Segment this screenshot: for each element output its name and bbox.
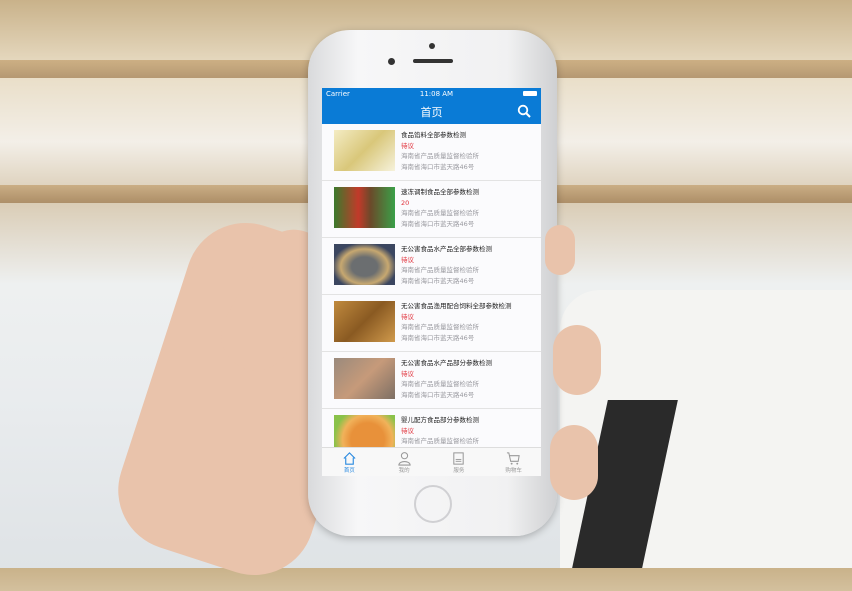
list-item[interactable]: 食品馅料全部参数检测 待议 海南省产品质量监督检验所 海南省海口市蓝天路46号 [322, 124, 541, 181]
home-icon [343, 452, 356, 465]
list-item[interactable]: 无公害食品水产品全部参数检测 待议 海南省产品质量监督检验所 海南省海口市蓝天路… [322, 238, 541, 295]
status-bar: Carrier 11:08 AM [322, 88, 541, 99]
item-price: 待议 [401, 141, 414, 150]
item-price: 待议 [401, 255, 414, 264]
list-item[interactable]: 速冻调制食品全部参数检测 20 海南省产品质量监督检验所 海南省海口市蓝天路46… [322, 181, 541, 238]
item-address: 海南省海口市蓝天路46号 [401, 219, 475, 228]
fingers [553, 325, 601, 395]
tab-home[interactable]: 首页 [322, 448, 377, 476]
list-item[interactable]: 无公害食品水产品部分参数检测 待议 海南省产品质量监督检验所 海南省海口市蓝天路… [322, 352, 541, 409]
item-title: 速冻调制食品全部参数检测 [401, 188, 479, 196]
page-title: 首页 [420, 105, 443, 119]
item-org: 海南省产品质量监督检验所 [401, 323, 479, 331]
clock: 11:08 AM [419, 89, 454, 98]
search-icon[interactable] [517, 104, 531, 118]
tab-label: 服务 [453, 468, 465, 474]
item-org: 海南省产品质量监督检验所 [401, 209, 479, 217]
item-address: 海南省海口市蓝天路46号 [401, 333, 475, 342]
carrier: Carrier [326, 89, 350, 98]
tab-service[interactable]: 服务 [432, 448, 487, 476]
fingers [550, 425, 598, 500]
item-price: 待议 [401, 312, 414, 321]
tab-bar: 首页 我的 服务 购物车 [322, 447, 541, 476]
item-title: 无公害食品渔用配合饲料全部参数检测 [401, 302, 512, 310]
nav-bar: 首页 [322, 99, 541, 124]
item-org: 海南省产品质量监督检验所 [401, 380, 479, 388]
user-icon [397, 452, 411, 466]
product-image [334, 358, 395, 399]
item-title: 食品馅料全部参数检测 [401, 131, 466, 139]
item-address: 海南省海口市蓝天路46号 [401, 390, 475, 399]
tab-label: 首页 [343, 468, 355, 474]
item-address: 海南省海口市蓝天路46号 [401, 162, 475, 171]
cart-icon [507, 452, 520, 465]
product-image [334, 130, 395, 171]
product-image [334, 187, 395, 228]
product-image [334, 301, 395, 342]
item-title: 婴儿配方食品部分参数检测 [401, 416, 479, 424]
item-org: 海南省产品质量监督检验所 [401, 152, 479, 160]
home-button[interactable] [414, 485, 452, 523]
tab-cart[interactable]: 购物车 [486, 448, 541, 476]
product-list: 食品馅料全部参数检测 待议 海南省产品质量监督检验所 海南省海口市蓝天路46号 … [322, 124, 541, 466]
item-title: 无公害食品水产品全部参数检测 [401, 245, 492, 253]
document-icon [453, 452, 465, 465]
earpiece [413, 59, 453, 63]
sensor [388, 58, 395, 65]
tab-label: 购物车 [505, 468, 522, 474]
app-screen: Carrier 11:08 AM 首页 食品馅料全部参数检测 待议 海南省产品质… [322, 88, 541, 476]
battery-icon [523, 91, 537, 96]
item-title: 无公害食品水产品部分参数检测 [401, 359, 492, 367]
fingers [545, 225, 575, 275]
item-price: 20 [401, 198, 410, 207]
item-price: 待议 [401, 369, 414, 378]
front-camera [429, 43, 435, 49]
tab-label: 我的 [398, 468, 410, 474]
item-address: 海南省海口市蓝天路46号 [401, 276, 475, 285]
product-image [334, 244, 395, 285]
item-org: 海南省产品质量监督检验所 [401, 266, 479, 274]
item-price: 待议 [401, 426, 414, 435]
item-org: 海南省产品质量监督检验所 [401, 437, 479, 445]
list-item[interactable]: 无公害食品渔用配合饲料全部参数检测 待议 海南省产品质量监督检验所 海南省海口市… [322, 295, 541, 352]
tab-mine[interactable]: 我的 [377, 448, 432, 476]
